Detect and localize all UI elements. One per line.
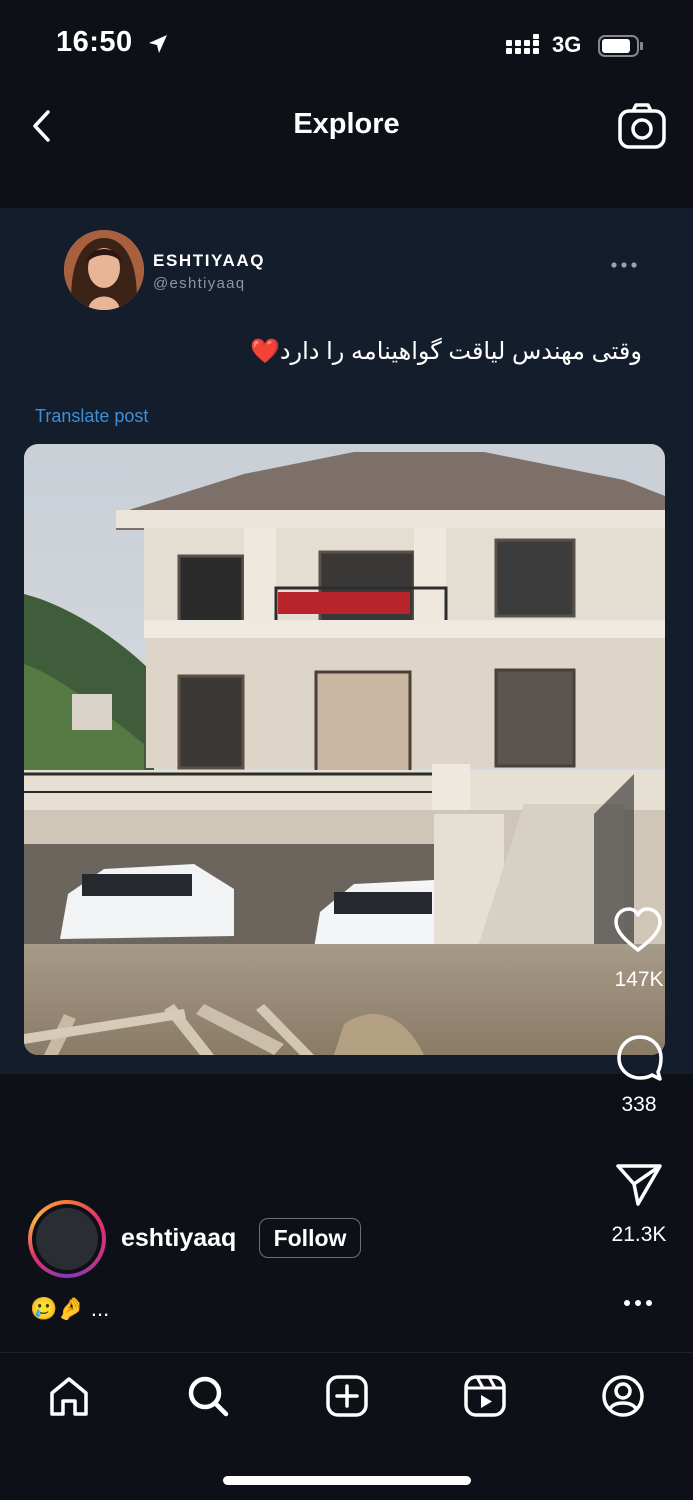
like-count: 147K bbox=[614, 968, 664, 991]
home-icon[interactable] bbox=[47, 1374, 91, 1418]
camera-icon[interactable] bbox=[616, 102, 668, 152]
comment-icon[interactable] bbox=[614, 1032, 664, 1082]
home-indicator bbox=[223, 1476, 471, 1485]
signal-icon bbox=[506, 34, 539, 54]
search-icon[interactable] bbox=[186, 1374, 230, 1418]
heart-icon[interactable] bbox=[612, 906, 664, 954]
author-avatar[interactable] bbox=[28, 1200, 106, 1278]
embedded-author-avatar[interactable] bbox=[64, 230, 144, 310]
network-type: 3G bbox=[552, 32, 582, 57]
embedded-author-handle: @eshtiyaaq bbox=[153, 275, 246, 292]
author-username[interactable]: eshtiyaaq bbox=[121, 1224, 236, 1253]
profile-icon[interactable] bbox=[601, 1374, 645, 1418]
caption[interactable]: 🥲🤌 ... bbox=[30, 1296, 109, 1322]
more-options-icon[interactable] bbox=[604, 252, 644, 278]
create-icon[interactable] bbox=[325, 1374, 369, 1418]
translate-post-link[interactable]: Translate post bbox=[35, 406, 148, 427]
tab-bar-divider bbox=[0, 1352, 693, 1353]
page-title: Explore bbox=[293, 108, 400, 140]
post-image[interactable] bbox=[24, 444, 665, 1055]
share-count: 21.3K bbox=[611, 1223, 667, 1246]
reels-icon[interactable] bbox=[463, 1374, 507, 1418]
location-arrow-icon bbox=[149, 35, 167, 53]
comment-count: 338 bbox=[621, 1093, 657, 1116]
battery-icon bbox=[598, 35, 643, 57]
embedded-author-name[interactable]: ESHTIYAAQ bbox=[153, 251, 265, 271]
reel-more-icon[interactable] bbox=[618, 1290, 658, 1316]
status-time: 16:50 bbox=[56, 26, 133, 58]
share-icon[interactable] bbox=[614, 1160, 664, 1208]
follow-button[interactable]: Follow bbox=[259, 1218, 361, 1258]
embedded-post-text: وقتی مهندس لیاقت گواهینامه را دارد❤️ bbox=[249, 338, 642, 365]
